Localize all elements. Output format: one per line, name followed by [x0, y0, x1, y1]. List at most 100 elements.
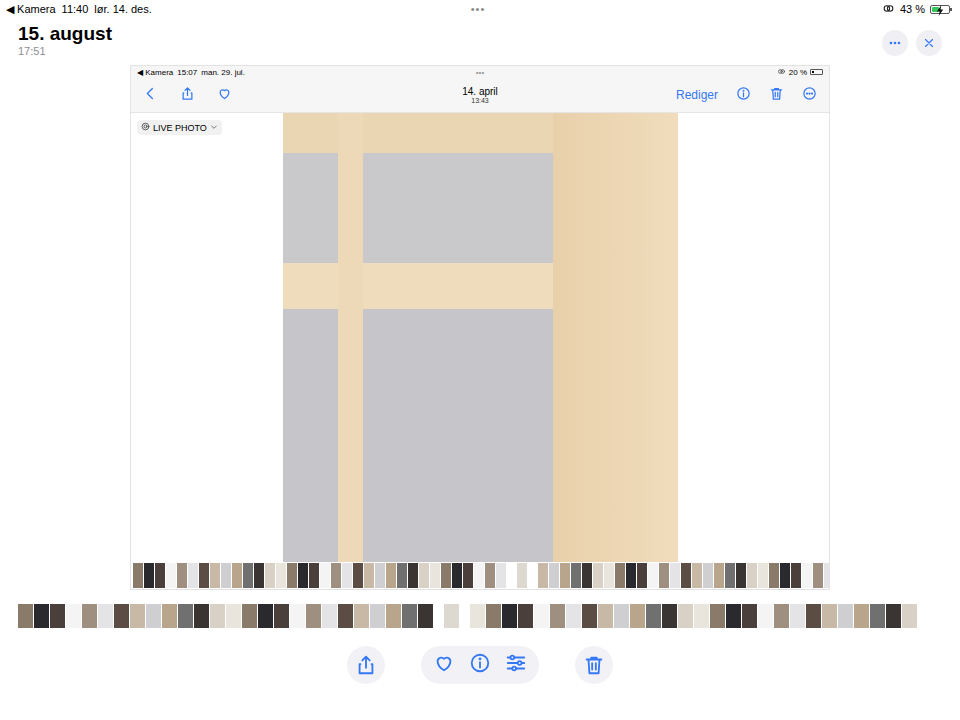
- thumbnail[interactable]: [226, 604, 241, 628]
- inner-thumbnail: [375, 563, 385, 588]
- thumbnail-strip[interactable]: [0, 603, 960, 629]
- thumbnail[interactable]: [242, 604, 257, 628]
- inner-thumbnail: [802, 563, 812, 588]
- inner-thumbnail: [265, 563, 275, 588]
- thumbnail[interactable]: [178, 604, 193, 628]
- thumbnail[interactable]: [774, 604, 789, 628]
- thumbnail[interactable]: [742, 604, 757, 628]
- thumbnail[interactable]: [470, 604, 485, 628]
- thumbnail[interactable]: [854, 604, 869, 628]
- thumbnail[interactable]: [662, 604, 677, 628]
- thumbnail[interactable]: [678, 604, 693, 628]
- thumbnail[interactable]: [598, 604, 613, 628]
- thumbnail[interactable]: [726, 604, 741, 628]
- inner-thumbnail: [659, 563, 669, 588]
- thumbnail[interactable]: [902, 604, 917, 628]
- thumbnail[interactable]: [194, 604, 209, 628]
- inner-thumbnail: [670, 563, 680, 588]
- thumbnail[interactable]: [50, 604, 65, 628]
- thumbnail[interactable]: [870, 604, 885, 628]
- thumbnail[interactable]: [534, 604, 549, 628]
- thumbnail[interactable]: [806, 604, 821, 628]
- inner-thumbnail: [485, 563, 495, 588]
- thumbnail[interactable]: [550, 604, 565, 628]
- inner-thumbnail: [758, 563, 768, 588]
- inner-thumbnail: [747, 563, 757, 588]
- share-icon[interactable]: [347, 646, 385, 684]
- inner-thumbnail: [813, 563, 823, 588]
- thumbnail[interactable]: [34, 604, 49, 628]
- thumbnail[interactable]: [518, 604, 533, 628]
- thumbnail[interactable]: [322, 604, 337, 628]
- thumbnail[interactable]: [18, 604, 33, 628]
- thumbnail[interactable]: [790, 604, 805, 628]
- inner-thumbnail: [133, 563, 143, 588]
- thumbnail[interactable]: [838, 604, 853, 628]
- inner-thumbnail: [571, 563, 581, 588]
- thumbnail[interactable]: [710, 604, 725, 628]
- inner-thumbnail: [725, 563, 735, 588]
- adjust-sliders-icon[interactable]: [505, 652, 527, 678]
- close-icon[interactable]: [916, 30, 942, 56]
- thumbnail[interactable]: [66, 604, 81, 628]
- thumbnail[interactable]: [354, 604, 369, 628]
- thumbnail[interactable]: [402, 604, 417, 628]
- more-icon[interactable]: [882, 30, 908, 56]
- thumbnail[interactable]: [82, 604, 97, 628]
- inner-thumbnail: [232, 563, 242, 588]
- inner-battery-icon: [810, 69, 823, 75]
- thumbnail[interactable]: [502, 604, 517, 628]
- thumbnail[interactable]: [146, 604, 161, 628]
- thumbnail[interactable]: [444, 604, 459, 628]
- heart-icon[interactable]: [433, 652, 455, 678]
- thumbnail[interactable]: [290, 604, 305, 628]
- thumbnail[interactable]: [758, 604, 773, 628]
- back-link[interactable]: ◀ Kamera: [6, 3, 56, 16]
- thumbnail[interactable]: [274, 604, 289, 628]
- inner-thumbnail: [430, 563, 440, 588]
- inner-thumbnail: [714, 563, 724, 588]
- trash-icon[interactable]: [575, 646, 613, 684]
- info-icon[interactable]: [469, 652, 491, 678]
- thumbnail[interactable]: [486, 604, 501, 628]
- thumbnail[interactable]: [646, 604, 661, 628]
- thumbnail[interactable]: [130, 604, 145, 628]
- thumbnail[interactable]: [306, 604, 321, 628]
- thumbnail[interactable]: [582, 604, 597, 628]
- thumbnail[interactable]: [162, 604, 177, 628]
- trash-icon: [769, 86, 784, 105]
- thumbnail[interactable]: [614, 604, 629, 628]
- thumbnail[interactable]: [370, 604, 385, 628]
- inner-thumbnail: [769, 563, 779, 588]
- inner-thumbnail: [254, 563, 264, 588]
- thumbnail[interactable]: [114, 604, 129, 628]
- thumbnail[interactable]: [418, 604, 433, 628]
- thumbnail[interactable]: [210, 604, 225, 628]
- info-icon: [736, 86, 751, 105]
- thumbnail[interactable]: [822, 604, 837, 628]
- photo: [283, 113, 678, 562]
- inner-thumbnail: [463, 563, 473, 588]
- thumbnail[interactable]: [694, 604, 709, 628]
- header: 15. august17:51: [0, 18, 960, 65]
- thumbnail[interactable]: [98, 604, 113, 628]
- inner-title: 14. april: [462, 86, 498, 97]
- multitask-dots[interactable]: •••: [471, 3, 486, 15]
- inner-clock: 15:07: [177, 68, 197, 77]
- inner-thumbnail: [736, 563, 746, 588]
- inner-thumbnail: [452, 563, 462, 588]
- inner-thumbnail: [210, 563, 220, 588]
- inner-thumbnail: [419, 563, 429, 588]
- inner-thumbnail: [331, 563, 341, 588]
- inner-time: 13:43: [462, 97, 498, 104]
- thumbnail[interactable]: [338, 604, 353, 628]
- thumbnail[interactable]: [258, 604, 273, 628]
- thumbnail[interactable]: [886, 604, 901, 628]
- thumbnail[interactable]: [566, 604, 581, 628]
- thumbnail[interactable]: [386, 604, 401, 628]
- heart-icon: [217, 86, 232, 105]
- thumbnail[interactable]: [630, 604, 645, 628]
- inner-toolbar: 14. april13:43 Rediger: [131, 78, 829, 113]
- inner-thumbnail: [517, 563, 527, 588]
- inner-thumbnail: [177, 563, 187, 588]
